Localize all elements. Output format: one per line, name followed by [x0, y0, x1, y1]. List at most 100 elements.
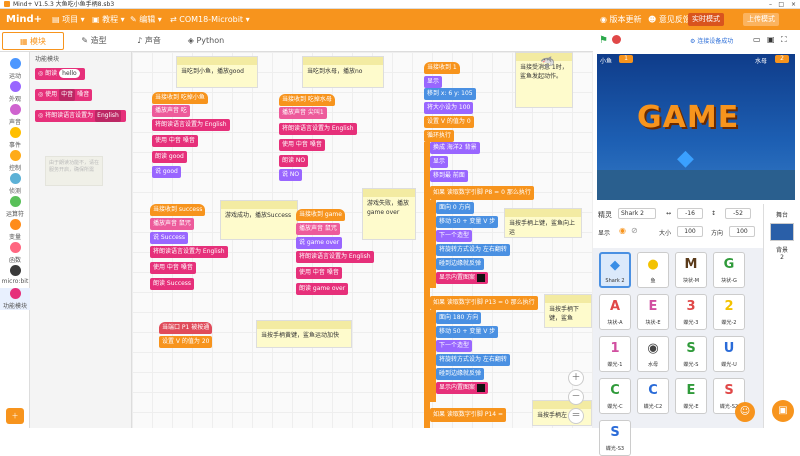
script2-language[interactable]: 将朗读语言设置为 English [279, 123, 357, 135]
main-forever[interactable]: 循环执行 [424, 130, 455, 142]
zoom-in-button[interactable]: ＋ [568, 370, 584, 386]
if1-bounce[interactable]: 碰到边缘就反弹 [436, 258, 485, 270]
if-pin-p14[interactable]: 如果 读取数字引脚 P14 = [430, 408, 507, 422]
sprite-tile[interactable]: E 蝶光-E [675, 378, 707, 414]
main-go-front[interactable]: 移到最 前面 [430, 170, 468, 182]
minimize-icon[interactable]: – [769, 0, 772, 9]
tab-sounds[interactable]: ♪ 声音 [120, 32, 178, 50]
if2-bounce[interactable]: 碰到边缘就反弹 [436, 368, 485, 380]
palette-language-block[interactable]: ◎ 将朗读语言设置为 English [35, 110, 126, 122]
script1-voice[interactable]: 使用 中音 嗓音 [152, 135, 198, 147]
script4-language[interactable]: 将朗读语言设置为 English [296, 251, 374, 263]
script2-sound[interactable]: 播放声音 尖叫1 [279, 107, 327, 119]
comment-note-2[interactable]: 当吃到水母，播放no [302, 56, 384, 88]
category-sound[interactable]: 声音 [0, 104, 30, 126]
category-events[interactable]: 事件 [0, 127, 30, 149]
sprite-tile[interactable]: C 蝶光-C [599, 378, 631, 414]
shark-sprite[interactable]: ◆ [677, 146, 694, 171]
main-goto-xy[interactable]: 移到 x: 6 y: 105 [424, 88, 476, 100]
category-function-module[interactable]: 功能模块 [0, 288, 30, 310]
sprite-tile[interactable]: ◉ 水母 [637, 336, 669, 372]
script3-say[interactable]: 说 Success [150, 232, 189, 244]
category-sensing[interactable]: 侦测 [0, 173, 30, 195]
if2-point-direction[interactable]: 面向 180 方向 [436, 312, 482, 324]
add-sprite-button[interactable]: ☺ [735, 402, 755, 422]
if1-point-direction[interactable]: 面向 0 方向 [436, 202, 474, 214]
comment-note-1[interactable]: 当吃到小鱼，播放good [176, 56, 258, 88]
stop-icon[interactable] [612, 35, 621, 44]
script-workspace[interactable]: 当吃到小鱼，播放good 当吃到水母，播放no 当接受消息 1时，鲨鱼发起动作。… [132, 52, 593, 428]
script4-speak[interactable]: 朗读 game over [296, 283, 349, 295]
sprite-tile[interactable]: 3 蝶光-3 [675, 294, 707, 330]
if1-next-costume[interactable]: 下一个造型 [436, 230, 473, 242]
close-icon[interactable]: × [791, 0, 796, 9]
script1-hat[interactable]: 当接收到 吃掉小鱼 [152, 92, 208, 104]
script1-speak[interactable]: 朗读 good [152, 151, 187, 163]
tab-python[interactable]: ◈ Python [176, 32, 236, 50]
main-show[interactable]: 显示 [424, 76, 443, 88]
x-input[interactable]: -16 [677, 208, 703, 219]
large-stage-icon[interactable]: ▣ [767, 35, 775, 44]
sprite-tile[interactable]: E 块状-E [637, 294, 669, 330]
sprite-tile[interactable]: 2 蝶光-2 [713, 294, 745, 330]
script3-speak[interactable]: 朗读 Success [150, 278, 195, 290]
add-backdrop-button[interactable]: ▣ [772, 400, 794, 422]
script5-hat[interactable]: 当端口 P1 被按通 [159, 322, 213, 334]
sprite-tile[interactable]: A 块状-A [599, 294, 631, 330]
if1-show-pattern[interactable]: 显示内置图案 [436, 272, 488, 284]
main-set-size[interactable]: 将大小设为 100 [424, 102, 474, 114]
script2-hat[interactable]: 当接收到 吃掉水母 [279, 94, 335, 106]
stage-canvas[interactable]: 小鱼 1 水母 2 GAME ◆ [597, 54, 795, 200]
small-stage-icon[interactable]: ▭ [753, 35, 761, 44]
tab-blocks[interactable]: ▦ 模块 [2, 32, 64, 50]
category-microbit[interactable]: micro:bit [0, 265, 30, 285]
category-control[interactable]: 控制 [0, 150, 30, 172]
if1-move[interactable]: 移动 50 + 变量 V 步 [436, 216, 499, 228]
extensions-button[interactable]: ＋ [6, 408, 24, 424]
zoom-reset-button[interactable]: ＝ [568, 408, 584, 424]
if2-next-costume[interactable]: 下一个造型 [436, 340, 473, 352]
fullscreen-icon[interactable]: ⛶ [781, 35, 787, 45]
script2-say[interactable]: 说 NO [279, 169, 303, 181]
main-switch-backdrop[interactable]: 换成 海洋2 背景 [430, 142, 480, 154]
script4-say[interactable]: 说 game over [296, 237, 343, 249]
y-input[interactable]: -52 [725, 208, 751, 219]
sprite-tile[interactable]: G 块状-G [713, 252, 745, 288]
sprite-name-input[interactable]: Shark 2 [618, 208, 656, 219]
category-operators[interactable]: 运算符 [0, 196, 30, 218]
tab-costumes[interactable]: ✎ 造型 [64, 32, 124, 50]
size-input[interactable]: 100 [677, 226, 703, 237]
sprite-tile[interactable]: C 蝶光-C2 [637, 378, 669, 414]
realtime-mode-button[interactable]: 实时模式 [688, 13, 724, 26]
if2-show-pattern[interactable]: 显示内置图案 [436, 382, 488, 394]
menu-project[interactable]: ▤ 项目 ▾ [52, 9, 85, 30]
sprite-tile[interactable]: ◆ Shark 2 [599, 252, 631, 288]
if-pin-p13[interactable]: 如果 读取数字引脚 P13 = 0 那么执行 [430, 296, 538, 310]
script1-sound[interactable]: 播放声音 吃 [152, 105, 190, 117]
main-show-2[interactable]: 显示 [430, 156, 449, 168]
comment-note-7[interactable]: 当按手柄下键，鲨鱼 [544, 294, 592, 328]
category-functions[interactable]: 函数 [0, 242, 30, 264]
script2-voice[interactable]: 使用 中音 嗓音 [279, 139, 325, 151]
script1-say[interactable]: 说 good [152, 166, 181, 178]
script5-set-variable[interactable]: 设置 V 的值为 20 [159, 336, 213, 348]
maximize-icon[interactable]: □ [778, 0, 784, 9]
script1-language[interactable]: 将朗读语言设置为 English [152, 119, 230, 131]
script4-sound[interactable]: 播放声音 鼠咒 [296, 223, 340, 235]
script4-hat[interactable]: 当接收到 game [296, 209, 345, 221]
sprite-tile[interactable]: U 蝶光-U [713, 336, 745, 372]
menu-connect-device[interactable]: ⇄ COM18-Microbit ▾ [170, 9, 250, 30]
sprite-tile[interactable]: 1 蝶光-1 [599, 336, 631, 372]
menu-edit[interactable]: ✎ 编辑 ▾ [130, 9, 162, 30]
green-flag-icon[interactable]: ⚑ [599, 35, 608, 46]
main-hat[interactable]: 当接收到 1 [424, 62, 460, 74]
category-looks[interactable]: 外观 [0, 81, 30, 103]
palette-voice-block[interactable]: ◎ 使用 中音 嗓音 [35, 89, 93, 101]
script3-voice[interactable]: 使用 中音 嗓音 [150, 262, 196, 274]
visible-eye-icon[interactable]: ◉ [619, 226, 626, 235]
script2-speak[interactable]: 朗读 NO [279, 155, 309, 167]
direction-input[interactable]: 100 [729, 226, 755, 237]
stage-thumbnail[interactable] [770, 223, 794, 241]
hidden-eye-icon[interactable]: ⊘ [631, 226, 638, 235]
zoom-out-button[interactable]: － [568, 389, 584, 405]
